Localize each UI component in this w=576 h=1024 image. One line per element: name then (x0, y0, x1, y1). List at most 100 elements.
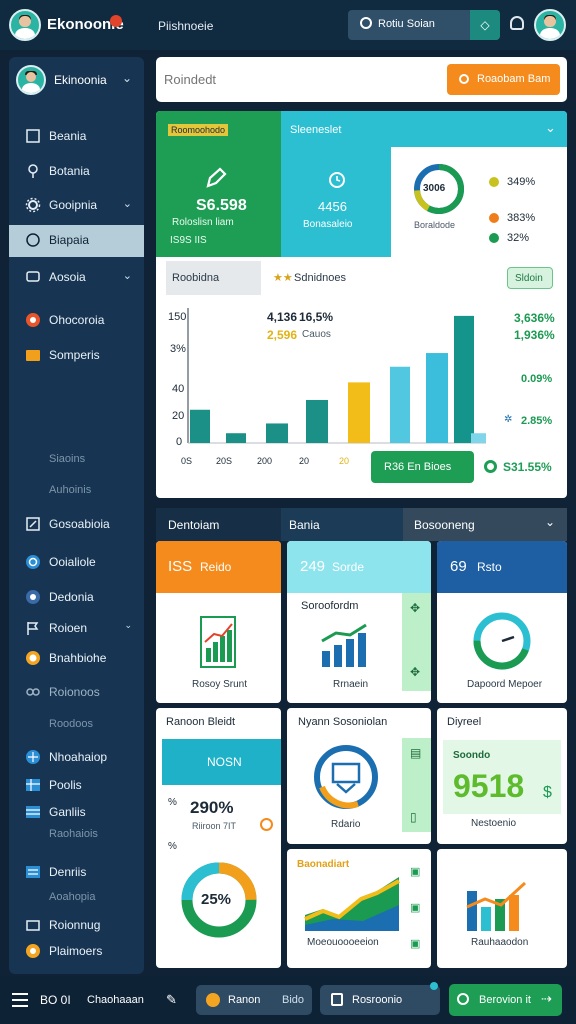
sidebar-item-5[interactable]: Ohocoroia (9, 305, 144, 335)
chart-bar-1 (226, 433, 246, 443)
circle-dot-icon (484, 460, 497, 473)
sidebar-item-11[interactable]: Bnahbiohe (9, 643, 144, 673)
sidebar-item-18[interactable]: Plaimoers (9, 936, 144, 966)
sidebar-item-9[interactable]: Dedonia (9, 582, 144, 612)
right-stat-2: 1,936% (514, 328, 555, 342)
sidebar-item-label: Bnahbiohe (49, 651, 107, 665)
stars-icon: ★★ (273, 272, 293, 284)
sidebar-item-2[interactable]: Gooipnia ⌄ (9, 190, 144, 220)
tile-title: Diyreel (447, 716, 482, 728)
tile-side-strip[interactable]: ▤ ▯ (402, 738, 431, 832)
sidebar-item-10[interactable]: Roioen ⌄ (9, 613, 144, 643)
tab-label: Bania (289, 518, 320, 532)
tile-header-label: Sorde (332, 560, 365, 574)
chevron-down-icon[interactable]: ⌄ (545, 120, 556, 136)
x-tick-label: 20S (216, 456, 233, 466)
tile-side-strip[interactable]: ▣ ▣ ▣ (408, 859, 428, 954)
chevron-down-icon[interactable]: ⌄ (123, 197, 132, 210)
legend-value: 32% (507, 232, 530, 244)
chevron-down-icon[interactable]: ⌄ (122, 71, 132, 85)
search-card: Roaobam Bam (156, 57, 567, 102)
tile-caption: Rosoy Srunt (192, 679, 248, 690)
flag-icon (27, 622, 39, 635)
x-tick-label: 20 (299, 456, 310, 466)
list-icon (26, 866, 40, 878)
tile-rsto[interactable]: 69 Rsto Dapoord Mepoer (437, 541, 567, 703)
sidebar-item-16[interactable]: Denriis (9, 857, 144, 887)
sidebar-item-label: Biapaia (49, 233, 90, 247)
y-tick-label: 40 (172, 383, 185, 395)
sidebar-item-1[interactable]: Botania (9, 156, 144, 186)
tile-banner[interactable]: NOSN (162, 739, 281, 785)
hamburger-menu-icon[interactable] (12, 993, 28, 1007)
search-button[interactable]: Roaobam Bam (447, 64, 560, 95)
lock-icon (331, 993, 343, 1006)
tile-caption: Rrnaein (333, 679, 369, 690)
sidebar-item-14[interactable]: Poolis (9, 770, 144, 800)
user-icon[interactable] (510, 16, 524, 30)
summary-tab-header[interactable]: Sleeneslet ⌄ (281, 111, 567, 147)
chart-action-button[interactable]: Sldoin (507, 267, 553, 289)
search-input[interactable] (164, 65, 434, 93)
inbox-icon (26, 920, 40, 931)
chart-bar-2 (266, 423, 288, 443)
bottom-pill-2[interactable]: Rosroonio (320, 982, 440, 1015)
tab-3[interactable]: Bosooneng ⌄ (403, 508, 567, 541)
tab-1[interactable]: Dentoiam (156, 508, 281, 541)
tile-caption: Nestoenio (471, 818, 517, 829)
teal-stat-card[interactable]: 4456 Bonasaleio (281, 147, 391, 257)
bullet-icon: ▣ (410, 866, 421, 878)
sidebar-item-label: Ooialiole (49, 555, 96, 569)
topbar-action-button[interactable]: Rotiu Soian ◇ (348, 10, 500, 40)
chevron-down-icon[interactable]: ⌄ (124, 620, 132, 631)
sidebar-item-6[interactable]: Somperis (9, 340, 144, 370)
table-icon (26, 806, 40, 818)
avatar[interactable] (9, 9, 41, 41)
tile-nyann[interactable]: Nyann Sosoniolan Rdario ▤ ▯ (287, 708, 431, 844)
sidebar-item-7[interactable]: Gosoabioia (9, 509, 144, 539)
sidebar-item-0[interactable]: Beania (9, 121, 144, 151)
sidebar-item-3-active[interactable]: Biapaia (9, 225, 144, 257)
bottom-pill-3[interactable]: Berovion it ⇢ (449, 984, 562, 1016)
tile-baonadiart[interactable]: Baonadiart Moeouoooeeion ▣ ▣ ▣ (287, 849, 431, 968)
chart-bar-6 (426, 353, 448, 443)
tag-icon: ◇ (470, 10, 500, 40)
sidebar-item-8[interactable]: Ooialiole (9, 547, 144, 577)
chart-tab-2[interactable]: Sdnidnoes (294, 272, 346, 284)
percent-icon: % (168, 797, 177, 808)
coin-icon (206, 993, 220, 1007)
chart-bar-7 (454, 315, 474, 443)
sidebar-avatar[interactable] (16, 65, 46, 95)
tile-sorde[interactable]: 249 Sorde Soroofordm Rrnaein ✥ ✥ (287, 541, 431, 703)
tile-side-strip[interactable]: ✥ ✥ (402, 593, 431, 691)
chart-bottom-button[interactable]: R36 En Bioes (371, 451, 474, 483)
x-tick-label: 20 (339, 456, 350, 466)
chart-tab-1[interactable]: Roobidna (166, 261, 261, 295)
donut-widget: 3006 Boraldode 349% 383% 32% (391, 147, 567, 257)
tile-rauhaaodon[interactable]: Rauhaaodon (437, 849, 567, 968)
profile-avatar[interactable] (534, 9, 566, 41)
sidebar-item-15[interactable]: Ganliis (9, 797, 144, 827)
legend-dot (489, 233, 499, 243)
message-icon (26, 271, 40, 282)
chevron-down-icon[interactable]: ⌄ (123, 269, 132, 282)
tile-ranoon[interactable]: Ranoon Bleidt NOSN % 290% Riiroon 7IT % … (156, 708, 281, 968)
sidebar-item-label: Denriis (49, 865, 87, 879)
sidebar-item-13[interactable]: Nhoahaiop (9, 742, 144, 772)
green-stat-card[interactable]: Roomoohodo S6.598 Roloslisn liam IS9S II… (156, 111, 281, 257)
sidebar-item-4[interactable]: Aosoia ⌄ (9, 262, 144, 292)
pill-sub: Bido (282, 994, 305, 1006)
chevron-down-icon[interactable]: ⌄ (545, 515, 555, 529)
coin-icon (26, 651, 40, 665)
donut-caption: Boraldode (414, 220, 456, 230)
sidebar-profile-name[interactable]: Ekinoonia (54, 73, 107, 87)
tab-2[interactable]: Bania (281, 508, 403, 541)
tile-diyreel[interactable]: Diyreel Soondo 9518 $ Nestoenio (437, 708, 567, 844)
right-stat-4: 2.85% (521, 415, 553, 427)
bottom-pill-1[interactable]: Ranon Bido (196, 985, 312, 1015)
pen-icon[interactable]: ✎ (166, 992, 177, 1008)
tile-reido[interactable]: ISS Reido Rosoy Srunt (156, 541, 281, 703)
sidebar-item-12[interactable]: Roionoos (9, 677, 144, 707)
tile-banner-label: NOSN (207, 755, 242, 769)
rising-chart-icon (321, 623, 367, 667)
